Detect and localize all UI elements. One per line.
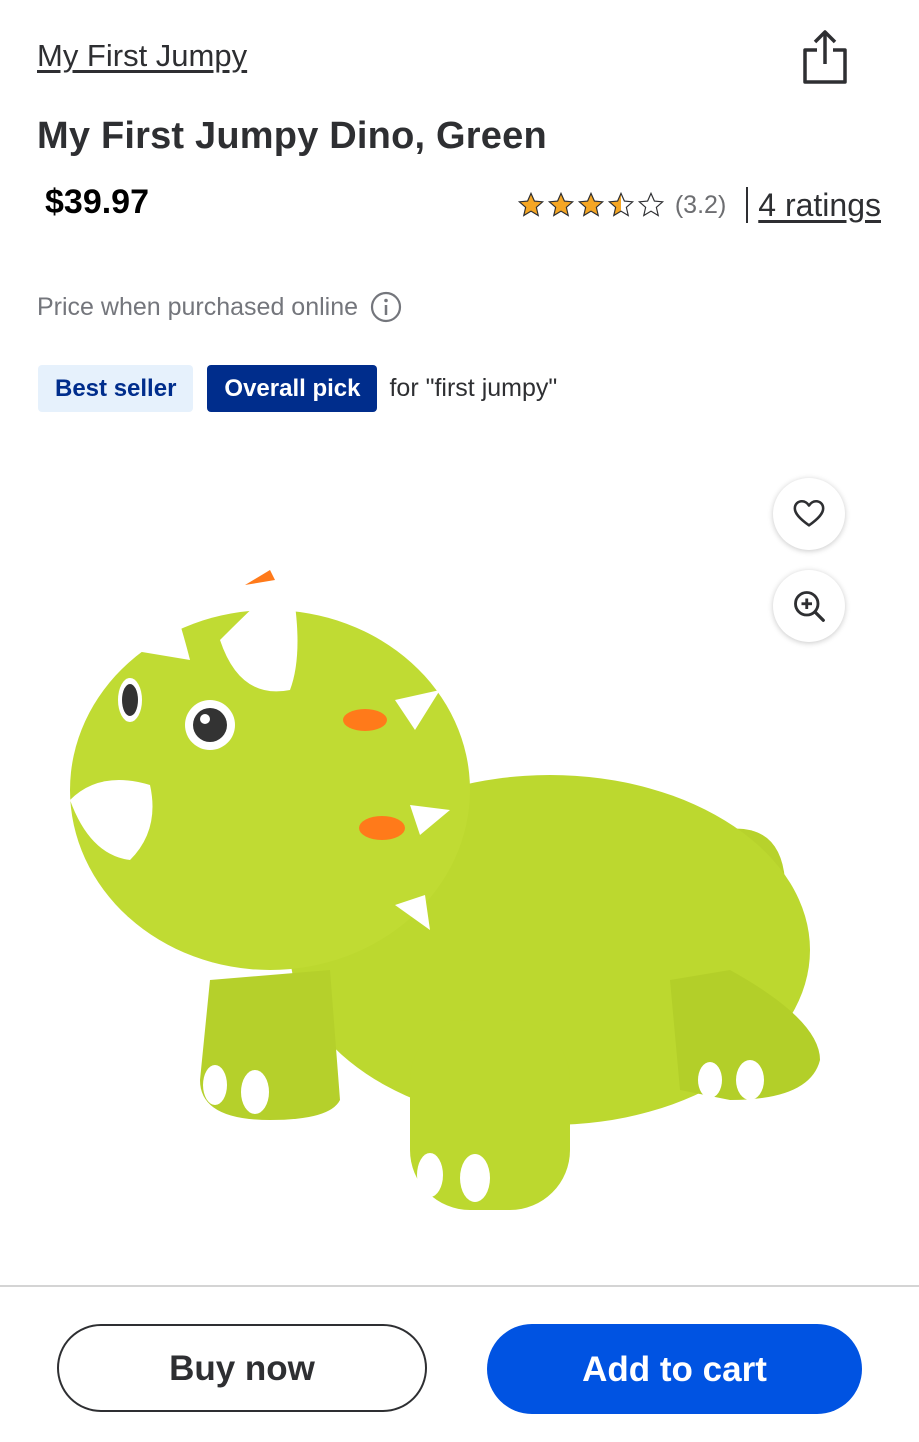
- share-icon: [803, 30, 847, 84]
- product-title: My First Jumpy Dino, Green: [37, 115, 547, 157]
- star-full-icon: [577, 191, 604, 217]
- heart-icon: [793, 499, 825, 527]
- zoom-button[interactable]: [773, 570, 845, 642]
- best-seller-badge: Best seller: [38, 365, 194, 412]
- brand-link[interactable]: My First Jumpy: [37, 38, 247, 74]
- zoom-in-icon: [794, 591, 825, 622]
- share-button[interactable]: [800, 28, 850, 86]
- star-full-icon: [547, 191, 574, 217]
- badges-row: Best seller Overall pick for "first jump…: [38, 365, 557, 412]
- star-rating: [517, 191, 665, 219]
- product-price: $39.97: [45, 183, 149, 221]
- ratings-count-link[interactable]: 4 ratings: [758, 187, 881, 224]
- star-full-icon: [517, 191, 544, 217]
- star-half-icon: [607, 191, 634, 217]
- info-icon[interactable]: [370, 291, 402, 323]
- price-note-text: Price when purchased online: [37, 292, 359, 321]
- buy-now-button[interactable]: Buy now: [57, 1324, 427, 1412]
- product-image[interactable]: [30, 500, 860, 1240]
- price-note: Price when purchased online: [37, 291, 402, 323]
- favorite-button[interactable]: [773, 478, 845, 550]
- star-empty-icon: [637, 191, 664, 217]
- bottom-action-bar: Buy now Add to cart: [0, 1285, 919, 1442]
- badge-query-text: for "first jumpy": [389, 374, 558, 402]
- overall-pick-badge: Overall pick: [207, 365, 378, 412]
- rating-value: (3.2): [674, 190, 727, 219]
- green-dino-toy-icon: [70, 530, 820, 1210]
- rating-divider: [746, 187, 749, 223]
- add-to-cart-button[interactable]: Add to cart: [487, 1324, 862, 1414]
- rating-summary: (3.2) 4 ratings: [517, 183, 881, 227]
